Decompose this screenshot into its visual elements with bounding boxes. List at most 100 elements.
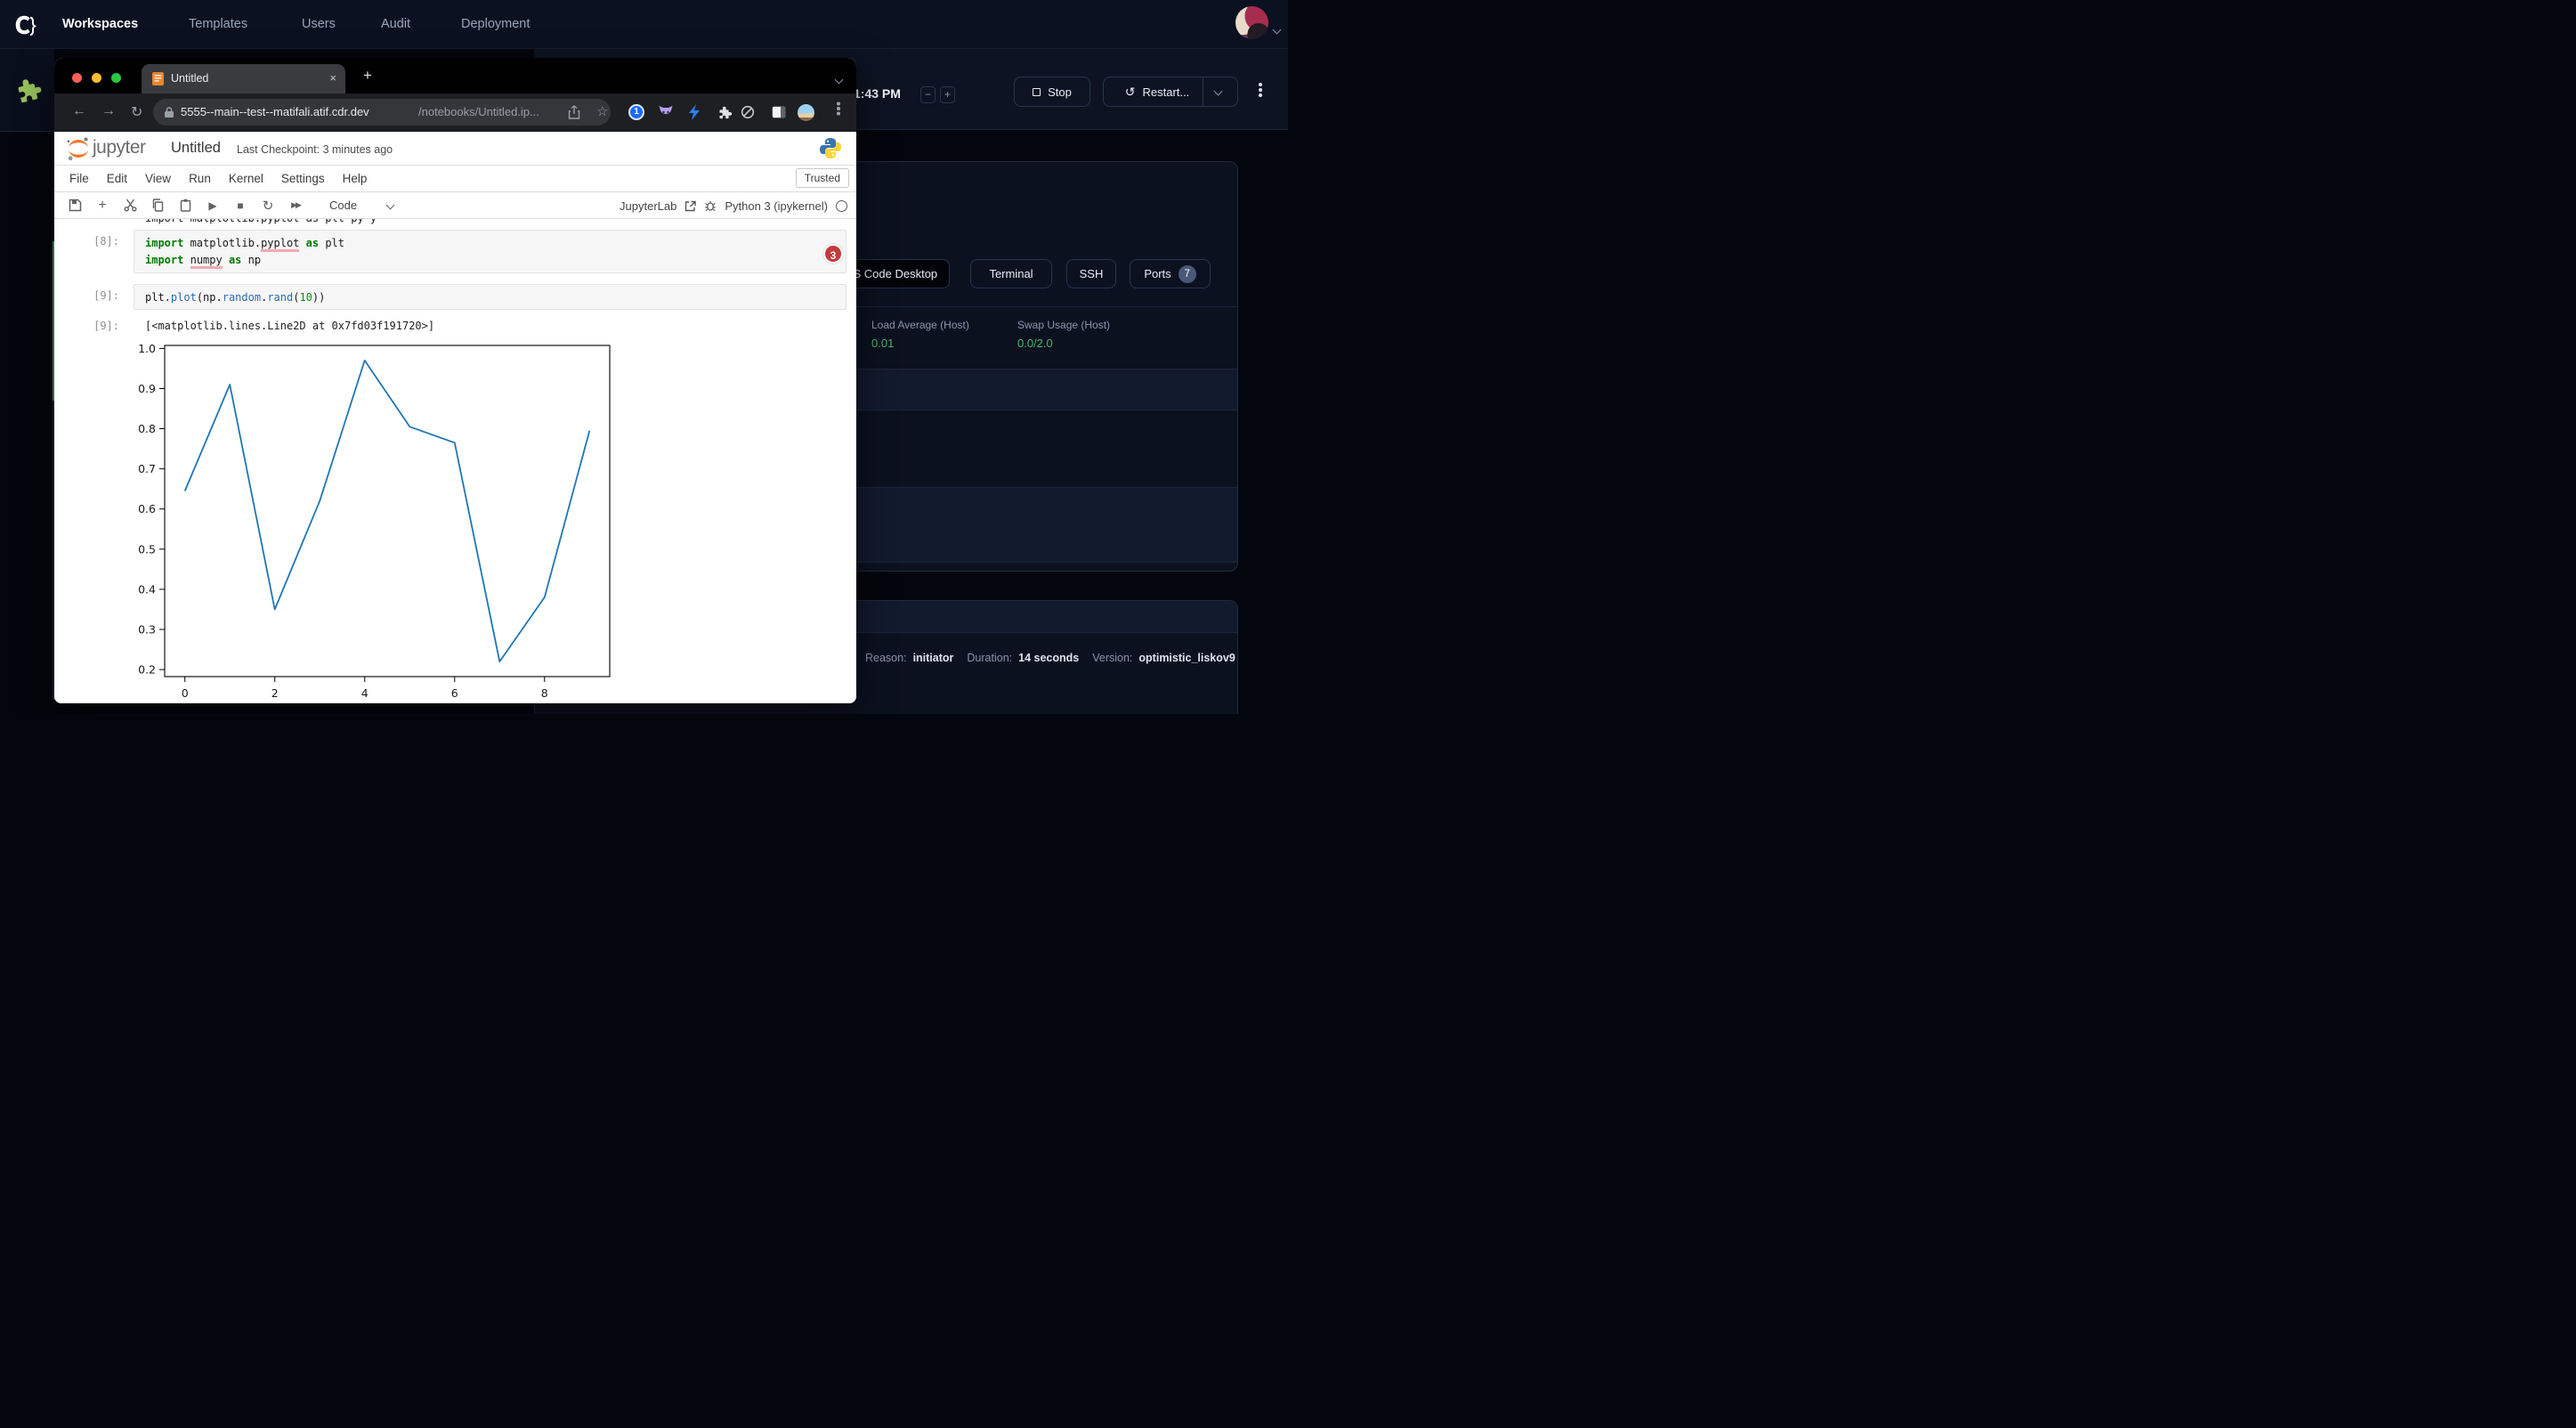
run-cell-icon[interactable]: ▶: [205, 198, 221, 214]
top-navigation-bar: Workspaces Templates Users Audit Deploym…: [0, 0, 1288, 49]
cell8-input-prompt: [8]:: [54, 235, 119, 247]
window-close-button[interactable]: [72, 73, 82, 83]
restart-button[interactable]: ↺ Restart...: [1103, 77, 1238, 107]
browser-toolbar: ← → ↻ 5555--main--test--matifali.atif.cd…: [54, 93, 856, 132]
menu-view[interactable]: View: [145, 172, 171, 185]
menu-help[interactable]: Help: [343, 172, 368, 185]
menu-run[interactable]: Run: [189, 172, 211, 185]
zoom-out-button[interactable]: −: [920, 86, 936, 103]
back-icon[interactable]: ←: [72, 103, 86, 119]
address-bar[interactable]: 5555--main--test--matifali.atif.cdr.dev …: [153, 99, 611, 126]
cell-type-dropdown[interactable]: Code: [329, 199, 393, 212]
new-tab-button[interactable]: +: [363, 67, 372, 85]
window-minimize-button[interactable]: [92, 73, 101, 83]
screen: 11:43 PM − + Stop ↺ Restart... VS Code D…: [0, 0, 1288, 714]
cat-extension-icon[interactable]: [657, 103, 675, 121]
svg-text:0: 0: [182, 686, 189, 700]
menu-file[interactable]: File: [69, 172, 89, 185]
url-host: 5555--main--test--matifali.atif.cdr.dev: [181, 105, 369, 118]
svg-text:0.6: 0.6: [138, 502, 156, 515]
build-duration-label: Duration:: [967, 652, 1012, 664]
cut-cells-icon[interactable]: [122, 198, 138, 214]
tab-search-chevron-icon[interactable]: [836, 71, 842, 87]
restart-kernel-icon[interactable]: ↻: [260, 198, 276, 214]
ports-button[interactable]: Ports 7: [1130, 259, 1211, 288]
svg-text:0.2: 0.2: [138, 663, 156, 677]
lightning-extension-icon[interactable]: [685, 103, 703, 121]
svg-text:1.0: 1.0: [138, 342, 156, 355]
paste-cells-icon[interactable]: [177, 198, 193, 214]
workspace-more-menu-icon[interactable]: [1259, 88, 1262, 92]
browser-profile-avatar[interactable]: [797, 103, 814, 121]
run-all-icon[interactable]: ▶▶: [288, 198, 304, 214]
nav-item-workspaces[interactable]: Workspaces: [62, 17, 138, 31]
svg-text:4: 4: [361, 686, 369, 700]
restart-arrow-icon: ↺: [1125, 87, 1136, 96]
svg-text:8: 8: [541, 686, 548, 700]
cell9-code-cell[interactable]: plt.plot(np.random.rand(10)): [134, 284, 847, 310]
user-menu-chevron-icon[interactable]: [1274, 21, 1280, 37]
blocked-extension-icon[interactable]: [739, 103, 757, 121]
cell9-output-prompt: [9]:: [54, 320, 119, 332]
url-path: /notebooks/Untitled.ip...: [418, 105, 539, 118]
restart-options-chevron-icon[interactable]: [1214, 87, 1223, 96]
svg-text:0.4: 0.4: [138, 582, 156, 596]
window-maximize-button[interactable]: [111, 73, 121, 83]
onepassword-extension-icon[interactable]: 1: [628, 103, 645, 121]
menu-edit[interactable]: Edit: [107, 172, 127, 185]
build-reason-value: initiator: [913, 652, 954, 664]
browser-window: Untitled × + ← → ↻ 5555--main--test--mat…: [54, 58, 856, 703]
nav-item-audit[interactable]: Audit: [381, 17, 410, 31]
reload-icon[interactable]: ↻: [131, 103, 142, 121]
load-average-value: 0.01: [871, 337, 894, 350]
menu-kernel[interactable]: Kernel: [229, 172, 263, 185]
matplotlib-figure: 0.20.30.40.50.60.70.80.91.002468: [120, 335, 672, 703]
cell8-code-cell[interactable]: import matplotlib.pyplot as plt import n…: [134, 230, 847, 273]
jupyter-notebook-page: jupyter Untitled Last Checkpoint: 3 minu…: [54, 132, 856, 703]
python-logo-icon: [819, 136, 842, 160]
zoom-in-button[interactable]: +: [940, 86, 955, 103]
cell9-output-text: [<matplotlib.lines.Line2D at 0x7fd03f191…: [145, 320, 434, 332]
build-info-row: Reason: initiator Duration: 14 seconds V…: [865, 652, 1235, 664]
jupyter-logo-icon: [66, 136, 91, 161]
nav-item-templates[interactable]: Templates: [189, 17, 247, 31]
kernel-name[interactable]: Python 3 (ipykernel): [725, 199, 828, 213]
load-average-label: Load Average (Host): [871, 319, 969, 331]
menu-settings[interactable]: Settings: [281, 172, 325, 185]
coder-logo-icon[interactable]: [12, 12, 38, 38]
nav-item-users[interactable]: Users: [302, 17, 336, 31]
notification-count-badge[interactable]: 3: [823, 244, 843, 264]
browser-tab[interactable]: Untitled ×: [142, 64, 345, 93]
forward-icon[interactable]: →: [101, 103, 116, 119]
notebook-title[interactable]: Untitled: [171, 140, 221, 157]
tab-close-icon[interactable]: ×: [329, 71, 336, 85]
jupyterlab-link[interactable]: JupyterLab: [620, 199, 676, 213]
interrupt-kernel-icon[interactable]: ■: [232, 198, 248, 214]
build-duration-value: 14 seconds: [1018, 652, 1079, 664]
ssh-button[interactable]: SSH: [1066, 259, 1116, 288]
trusted-button[interactable]: Trusted: [796, 168, 849, 188]
puzzle-icon: [11, 74, 45, 108]
workspace-app-tile[interactable]: [0, 49, 54, 132]
ports-count-badge: 7: [1179, 265, 1196, 283]
clipped-previous-cell-line: import matplotlib.pyplot as plt py y: [145, 219, 679, 224]
copy-cells-icon[interactable]: [150, 198, 166, 214]
terminal-button[interactable]: Terminal: [970, 259, 1052, 288]
browser-menu-icon[interactable]: [837, 107, 840, 110]
debugger-bug-icon[interactable]: [704, 199, 717, 212]
save-icon[interactable]: [67, 198, 83, 214]
user-avatar[interactable]: [1235, 6, 1268, 39]
svg-text:0.8: 0.8: [138, 422, 156, 435]
stop-button[interactable]: Stop: [1014, 77, 1090, 107]
bookmark-star-icon[interactable]: ☆: [596, 103, 608, 119]
add-cell-icon[interactable]: +: [94, 198, 110, 214]
side-panel-icon[interactable]: [770, 103, 788, 121]
cell9-input-prompt: [9]:: [54, 289, 119, 302]
last-checkpoint-text: Last Checkpoint: 3 minutes ago: [237, 143, 393, 156]
nav-item-deployment[interactable]: Deployment: [461, 17, 530, 31]
svg-text:0.3: 0.3: [138, 623, 156, 637]
external-link-icon[interactable]: [685, 200, 696, 212]
extensions-puzzle-icon[interactable]: [715, 103, 733, 121]
cell-type-chevron-icon: [386, 201, 395, 210]
share-icon[interactable]: [568, 105, 580, 119]
